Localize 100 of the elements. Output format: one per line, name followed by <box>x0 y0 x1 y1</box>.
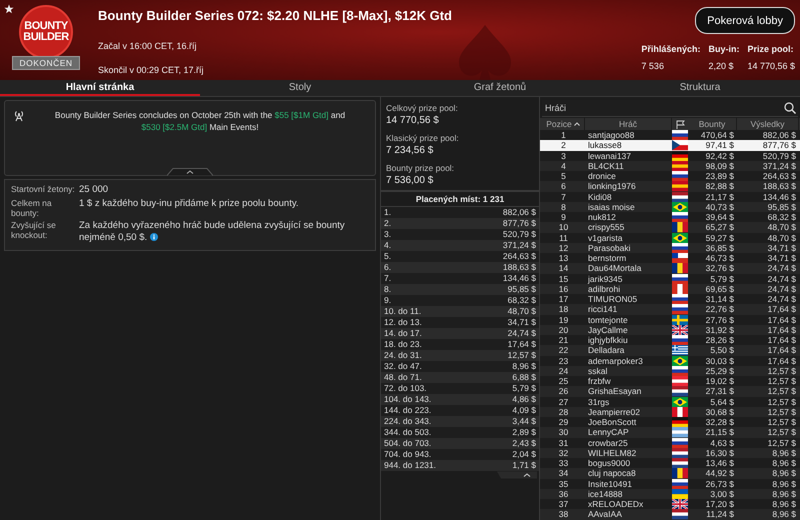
payout-prize: 6,88 $ <box>512 372 536 383</box>
player-name[interactable]: JayCallme <box>585 324 672 335</box>
player-name[interactable]: bogus9000 <box>585 458 672 468</box>
flag-icon <box>672 396 688 407</box>
payout-place: 2. <box>384 218 392 229</box>
position-cell-text: 31 <box>558 438 570 448</box>
bounty-cell-text: 32,28 $ <box>704 417 735 428</box>
player-name[interactable]: bernstorm <box>585 253 672 264</box>
bounty-cell-text: 21,15 $ <box>704 427 735 438</box>
flag-icon <box>672 488 688 499</box>
player-name[interactable]: xRELOADEDx <box>585 499 672 510</box>
flag-icon <box>672 335 688 346</box>
payout-prize: 95,85 $ <box>508 284 536 295</box>
player-name[interactable]: Insite10491 <box>585 478 672 489</box>
pool-label: Bounty prize pool: <box>386 163 456 173</box>
collapse-tab-icon[interactable] <box>167 168 213 176</box>
position-cell-text: 16 <box>558 284 570 294</box>
player-name[interactable]: jarik9345 <box>585 274 672 284</box>
player-name[interactable]: dronice <box>585 171 672 182</box>
search-icon[interactable] <box>784 102 796 114</box>
player-name[interactable]: JoeBonScott <box>585 417 672 428</box>
position-cell-text: 36 <box>558 488 570 499</box>
player-name[interactable]: 31rgs <box>585 396 672 407</box>
player-name[interactable]: ademarpoker3 <box>585 356 672 366</box>
flag-icon <box>672 376 688 386</box>
player-name[interactable]: Kidi08 <box>585 192 672 202</box>
player-name[interactable]: frzbfw <box>585 376 672 386</box>
flag-icon <box>672 427 688 438</box>
lobby-button[interactable]: Pokerová lobby <box>695 7 795 34</box>
player-name[interactable]: cluj napoca8 <box>585 468 672 478</box>
payout-prize: 4,09 $ <box>512 405 536 416</box>
end-time: Skončil v 00:29 CET, 17.říj <box>98 65 205 75</box>
bounty-cell-text: 5,64 $ <box>709 396 735 407</box>
player-name[interactable]: santjagoo88 <box>585 130 672 140</box>
payout-prize: 188,63 $ <box>502 262 536 273</box>
bounty-cell-text: 36,85 $ <box>704 242 735 253</box>
antenna-icon <box>13 110 25 122</box>
position-cell-text: 2 <box>560 140 567 150</box>
result-cell-text: 8,96 $ <box>771 468 797 478</box>
player-name[interactable]: Parasobaki <box>585 242 672 253</box>
player-name[interactable]: adilbrohi <box>585 284 672 294</box>
event-link[interactable]: $55 [$1M Gtd] <box>274 110 329 120</box>
flag-icon <box>672 202 688 212</box>
stat-value: 2,20 $ <box>708 61 734 71</box>
player-name[interactable]: Dau64Mortala <box>585 263 672 274</box>
player-name[interactable]: isaias moise <box>585 202 672 212</box>
position-cell-text: 26 <box>558 386 570 396</box>
player-name[interactable]: v1garista <box>585 232 672 243</box>
result-cell-text: 12,57 $ <box>766 376 797 386</box>
player-name[interactable]: ice14888 <box>585 488 672 499</box>
payout-place: 12. do 13. <box>384 317 422 328</box>
player-name[interactable]: lukasse8 <box>585 140 672 150</box>
result-cell-text: 8,96 $ <box>771 499 797 510</box>
flag-icon <box>672 509 688 520</box>
info-icon[interactable] <box>150 233 158 241</box>
player-name[interactable]: lionking1976 <box>585 181 672 192</box>
position-cell-text: 35 <box>558 478 570 489</box>
event-link[interactable]: $530 [$2.5M Gtd] <box>141 122 208 132</box>
star-icon[interactable] <box>4 4 14 14</box>
payout-prize: 1,71 $ <box>512 460 536 471</box>
player-name[interactable]: WILHELM82 <box>585 448 672 458</box>
player-name[interactable]: Delladara <box>585 345 672 356</box>
position-cell-text: 24 <box>558 366 570 376</box>
payout-place: 9. <box>384 295 392 306</box>
player-name[interactable]: sskal <box>585 366 672 376</box>
tab[interactable]: Graf žetonů <box>400 80 600 96</box>
player-name[interactable]: Jeampierre02 <box>585 406 672 417</box>
tab[interactable]: Hlavní stránka <box>0 80 200 96</box>
payout-prize: 3,44 $ <box>512 416 536 427</box>
tab[interactable]: Struktura <box>600 80 800 96</box>
position-cell-text: 23 <box>558 356 570 366</box>
player-name[interactable]: crowbar25 <box>585 438 672 448</box>
flag-icon <box>672 284 688 294</box>
bounty-cell-text: 22,76 $ <box>704 304 735 314</box>
result-cell-text: 12,57 $ <box>766 366 797 376</box>
payout-place: 504. do 703. <box>384 438 432 449</box>
player-name[interactable]: TIMURON05 <box>585 294 672 304</box>
player-name[interactable]: AAvaIAA <box>585 509 672 520</box>
player-name[interactable]: nuk812 <box>585 212 672 222</box>
player-name[interactable]: ighjybfkkiu <box>585 335 672 346</box>
flag-icon <box>672 274 688 284</box>
player-name[interactable]: LennyCAP <box>585 427 672 438</box>
start-time: Začal v 16:00 CET, 16.říj <box>98 41 198 51</box>
bounty-cell-text: 17,20 $ <box>704 499 735 510</box>
player-name[interactable]: tomtejonte <box>585 314 672 325</box>
player-name[interactable]: GrishaEsayan <box>585 386 672 396</box>
player-name[interactable]: BL4CK11 <box>585 160 672 171</box>
player-name[interactable]: ricci141 <box>585 304 672 314</box>
flag-icon <box>672 314 688 325</box>
result-cell-text: 68,32 $ <box>766 212 797 222</box>
player-name[interactable]: crispy555 <box>585 222 672 232</box>
player-name[interactable]: lewanai137 <box>585 150 672 161</box>
info-value: Za každého vyřazeného hráč bude udělena zvyšující se bounty nejméně 0,50 $. <box>79 220 346 244</box>
flag-icon <box>672 468 688 478</box>
payout-place: 6. <box>384 262 392 273</box>
collapse-tab-icon[interactable] <box>497 471 537 479</box>
result-cell-text: 95,85 $ <box>766 202 797 212</box>
tab[interactable]: Stoly <box>200 80 400 96</box>
stat-label: Buy-in: <box>708 44 740 54</box>
result-cell-text: 17,64 $ <box>766 304 797 314</box>
